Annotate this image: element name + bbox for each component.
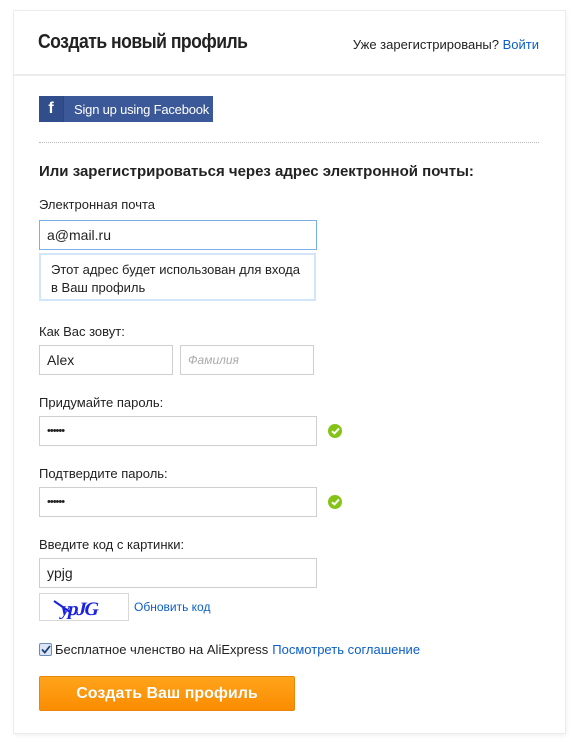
first-name-input[interactable]: Alex bbox=[39, 345, 173, 375]
email-value: a@mail.ru bbox=[47, 227, 112, 243]
agreement-checkbox[interactable] bbox=[39, 643, 52, 656]
facebook-signup-button[interactable]: f Sign up using Facebook bbox=[39, 96, 213, 122]
dotted-divider bbox=[39, 142, 539, 143]
email-label: Электронная почта bbox=[39, 197, 156, 212]
first-name-value: Alex bbox=[47, 352, 75, 368]
agreement-text: Бесплатное членство на AliExpress bbox=[55, 642, 269, 657]
password-label: Придумайте пароль: bbox=[39, 395, 164, 410]
page-title: Создать новый профиль bbox=[38, 31, 248, 53]
facebook-signup-label: Sign up using Facebook bbox=[74, 101, 210, 117]
name-label: Как Вас зовут: bbox=[39, 324, 125, 339]
captcha-image: ypJG bbox=[39, 593, 129, 621]
card-header: Создать новый профиль Уже зарегистрирова… bbox=[14, 11, 565, 76]
captcha-value: ypjg bbox=[47, 565, 73, 581]
confirm-password-value: •••••• bbox=[47, 496, 65, 508]
refresh-captcha-link[interactable]: Обновить код bbox=[134, 600, 210, 614]
email-section-title: Или зарегистрироваться через адрес элект… bbox=[39, 163, 474, 180]
confirm-password-input[interactable]: •••••• bbox=[39, 487, 317, 517]
last-name-placeholder: Фамилия bbox=[188, 353, 239, 367]
facebook-f-icon: f bbox=[39, 96, 64, 122]
login-prompt: Уже зарегистрированы? Войти bbox=[353, 37, 539, 52]
confirm-password-label: Подтвердите пароль: bbox=[39, 466, 168, 481]
agreement-row: Бесплатное членство на AliExpress Посмот… bbox=[39, 642, 420, 657]
already-registered-text: Уже зарегистрированы? bbox=[352, 37, 499, 52]
check-circle-icon bbox=[328, 424, 342, 438]
last-name-input[interactable]: Фамилия bbox=[180, 345, 314, 375]
login-link[interactable]: Войти bbox=[503, 37, 539, 52]
registration-card: Создать новый профиль Уже зарегистрирова… bbox=[14, 11, 565, 733]
captcha-input[interactable]: ypjg bbox=[39, 558, 317, 588]
captcha-label: Введите код с картинки: bbox=[39, 537, 185, 552]
email-input[interactable]: a@mail.ru bbox=[39, 220, 317, 250]
check-circle-icon bbox=[328, 495, 342, 509]
view-agreement-link[interactable]: Посмотреть соглашение bbox=[272, 642, 420, 657]
password-input[interactable]: •••••• bbox=[39, 416, 317, 446]
create-profile-button[interactable]: Создать Ваш профиль bbox=[39, 676, 295, 711]
email-hint-tooltip: Этот адрес будет использован для входа в… bbox=[39, 253, 316, 301]
password-value: •••••• bbox=[47, 425, 65, 437]
